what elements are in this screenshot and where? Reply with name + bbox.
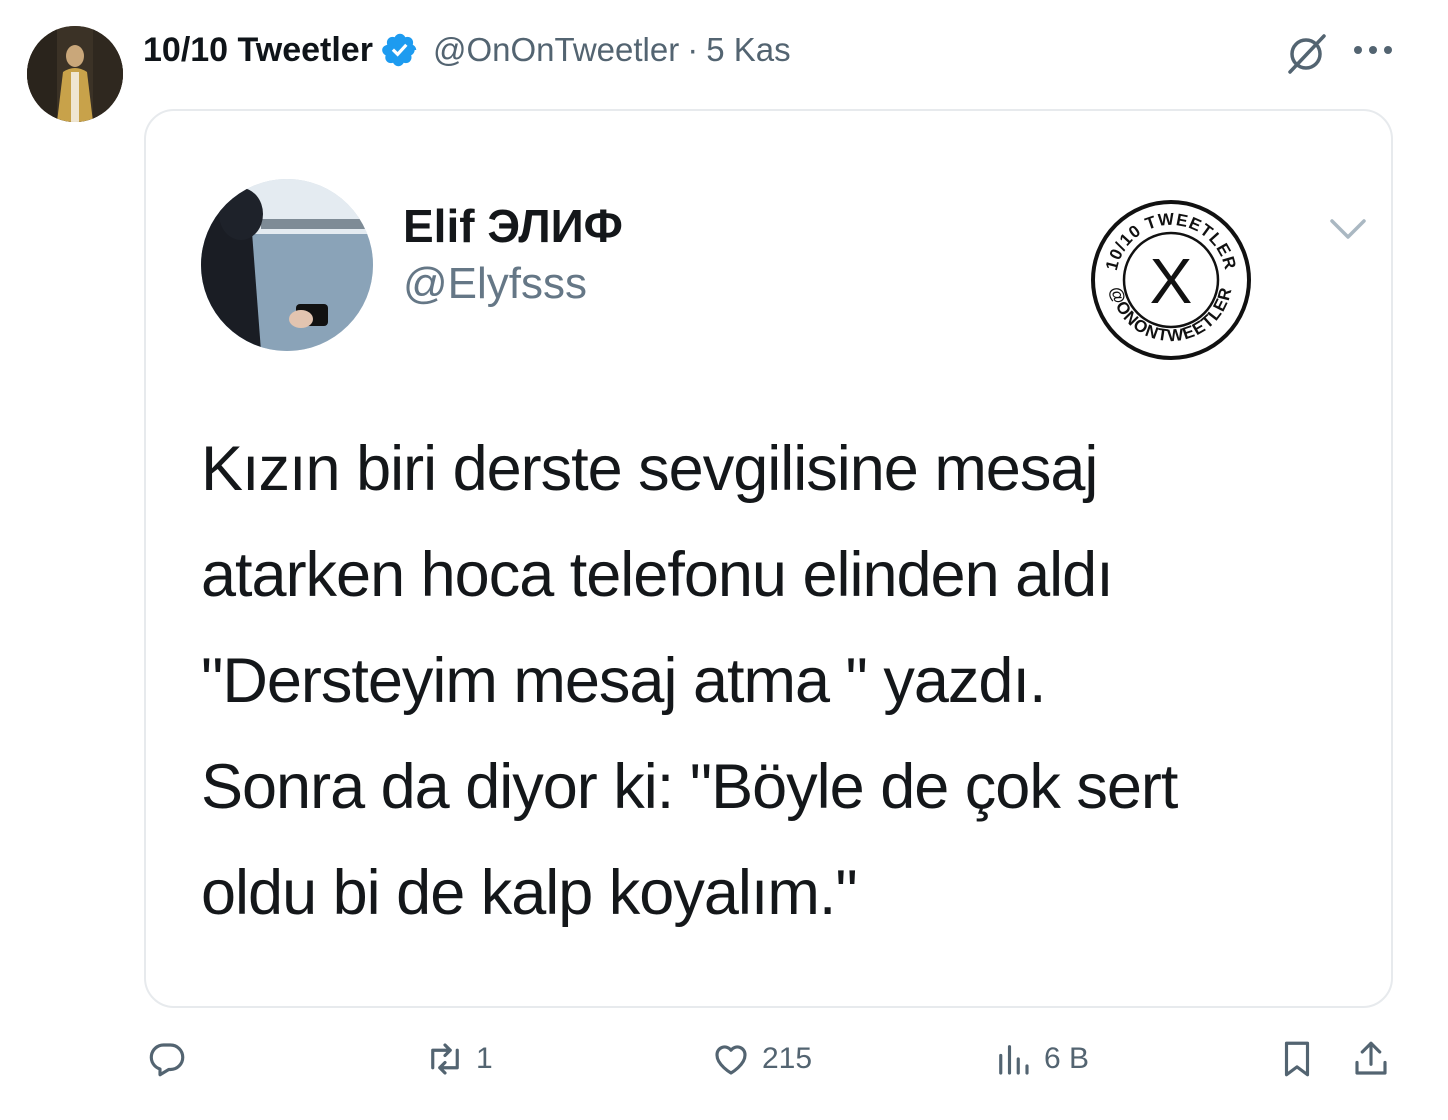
tweet-header: 10/10 Tweetler @OnOnTweetler · 5 Kas	[143, 28, 791, 72]
author-name[interactable]: 10/10 Tweetler	[143, 31, 373, 70]
tweet-date[interactable]: 5 Kas	[706, 31, 790, 69]
views-count: 6 B	[1044, 1042, 1090, 1075]
more-icon[interactable]	[1350, 30, 1396, 70]
grok-icon[interactable]	[1284, 30, 1330, 76]
share-button[interactable]	[1350, 1038, 1392, 1080]
like-button[interactable]: 215	[710, 1038, 812, 1080]
avatar-image	[27, 26, 123, 122]
author-avatar[interactable]	[27, 26, 123, 122]
like-icon	[715, 1045, 747, 1075]
quoted-avatar-image	[201, 179, 373, 351]
verified-badge-icon[interactable]	[381, 31, 419, 69]
retweet-button[interactable]: 1	[424, 1038, 493, 1080]
share-icon	[1355, 1041, 1387, 1075]
quoted-handle: @Elyfsss	[403, 259, 588, 308]
reply-icon	[149, 1043, 185, 1077]
quoted-text: Kızın biri derste sevgilisine mesaj atar…	[201, 434, 1178, 928]
retweet-count: 1	[476, 1042, 493, 1075]
views-icon	[999, 1045, 1029, 1075]
bookmark-icon	[1284, 1041, 1310, 1077]
chevron-down-icon	[1330, 219, 1366, 239]
svg-text:X: X	[1150, 245, 1193, 317]
quoted-avatar	[201, 179, 373, 351]
action-bar: 1 215 6 B	[0, 1034, 1448, 1094]
quoted-name: Elif ЭЛИФ	[403, 200, 623, 252]
watermark-logo: 10/10 TWEETLER @ONONTWEETLER X	[1091, 200, 1251, 360]
reply-button[interactable]	[146, 1038, 198, 1080]
bookmark-button[interactable]	[1276, 1038, 1318, 1080]
like-count: 215	[762, 1042, 813, 1075]
author-handle[interactable]: @OnOnTweetler	[433, 31, 679, 69]
retweet-icon	[431, 1043, 459, 1075]
header-separator: ·	[687, 31, 699, 68]
views-button[interactable]: 6 B	[992, 1038, 1089, 1080]
tweet-media-image[interactable]: Elif ЭЛИФ @Elyfsss 10/10 TWEETLER @ONONT…	[144, 109, 1393, 1008]
